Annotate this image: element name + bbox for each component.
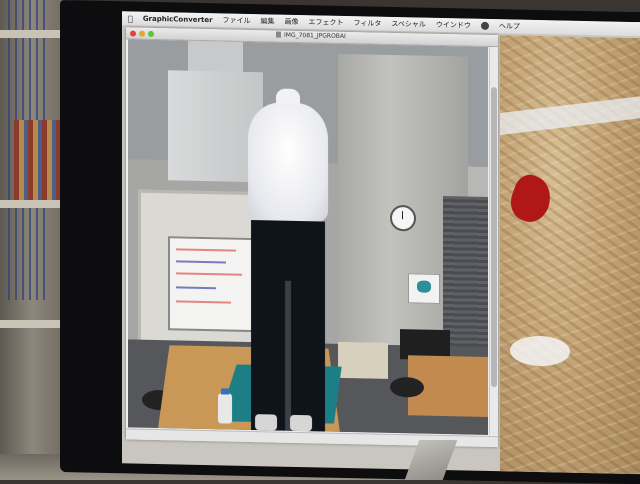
image-canvas[interactable]: [128, 39, 488, 435]
menu-window[interactable]: ウインドウ: [436, 20, 471, 31]
document-icon: [276, 31, 281, 38]
mannequin-black-pants: [251, 220, 325, 432]
window-title-text: IMG_7081_JPGROBAI: [284, 31, 346, 40]
whiteboard-writing: [176, 286, 216, 290]
menu-image[interactable]: 画像: [285, 17, 299, 27]
status-circle-icon[interactable]: [480, 21, 489, 30]
window-title: IMG_7081_JPGROBAI: [276, 31, 346, 40]
mannequin-right-foot: [290, 414, 312, 432]
vertical-scrollbar[interactable]: [489, 46, 498, 436]
close-button[interactable]: [130, 29, 136, 37]
whiteboard-writing: [176, 272, 242, 276]
scene-poster: [408, 273, 440, 304]
apple-menu-icon[interactable]: : [128, 14, 133, 23]
menu-edit[interactable]: 編集: [261, 16, 275, 26]
menu-effect[interactable]: エフェクト: [309, 17, 344, 28]
menu-file[interactable]: ファイル: [223, 15, 251, 26]
scene-cardboard-box: [338, 341, 388, 379]
monitor-screen:  GraphicConverter ファイル 編集 画像 エフェクト フィルタ…: [122, 11, 640, 475]
monitor-bezel:  GraphicConverter ファイル 編集 画像 エフェクト フィルタ…: [60, 0, 640, 484]
mannequin-left-foot: [255, 414, 277, 431]
scene-wall-clock: [390, 204, 416, 232]
photo-scene: [128, 39, 488, 435]
zoom-button[interactable]: [148, 30, 154, 37]
menu-special[interactable]: スペシャル: [391, 19, 426, 30]
minimize-button[interactable]: [139, 30, 145, 37]
scroll-thumb[interactable]: [491, 87, 497, 388]
scene-stool: [390, 376, 424, 398]
mannequin-torso: [248, 101, 328, 224]
menu-help[interactable]: ヘルプ: [499, 21, 520, 31]
whiteboard-writing: [176, 300, 231, 304]
menu-filter[interactable]: フィルタ: [354, 18, 382, 29]
second-image-window[interactable]: [500, 35, 640, 475]
document-window: IMG_7081_JPGROBAI: [126, 27, 498, 448]
menu-app-name[interactable]: GraphicConverter: [143, 15, 213, 24]
scene-bottle: [218, 393, 232, 424]
whiteboard-writing: [176, 260, 226, 264]
scene-whiteboard: [168, 236, 254, 333]
whiteboard-writing: [176, 248, 236, 252]
window-controls: [130, 29, 154, 37]
shelf-books: [14, 120, 62, 200]
